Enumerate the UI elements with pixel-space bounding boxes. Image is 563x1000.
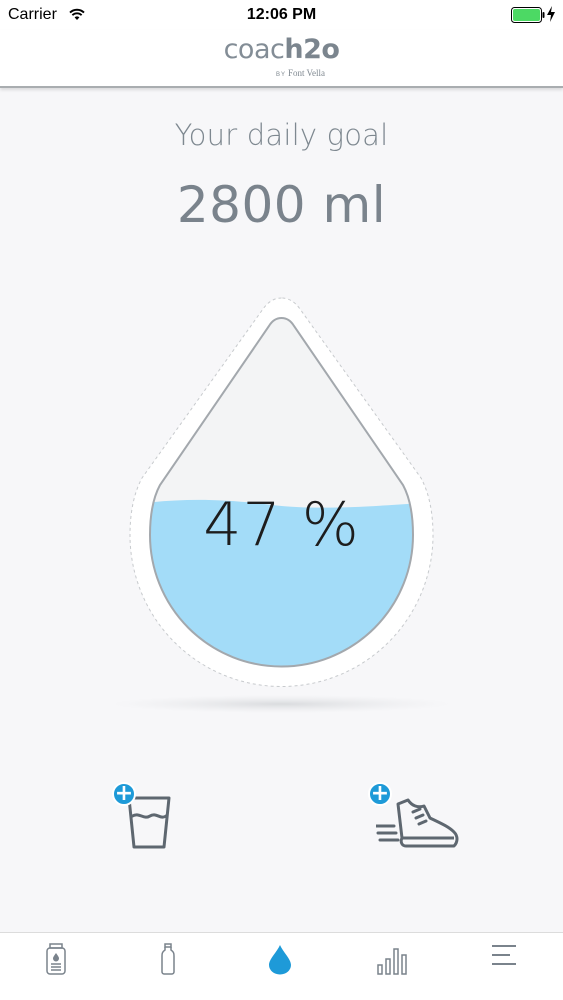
status-bar: Carrier 12:06 PM [0, 0, 563, 30]
logo-bold-text: h2o [284, 34, 340, 65]
water-progress-drop[interactable]: 47 % [110, 290, 453, 720]
charging-icon [547, 6, 555, 22]
menu-icon [492, 945, 516, 965]
add-activity-button[interactable]: + [368, 782, 460, 852]
add-activity-plus-icon: + [368, 782, 392, 806]
bottle-label-icon [46, 943, 66, 975]
logo-light-text: coac [223, 34, 285, 65]
tab-bar [0, 932, 563, 1000]
tab-menu[interactable] [448, 933, 560, 1000]
bottle-icon [161, 943, 175, 975]
bar-chart-icon [377, 948, 407, 975]
app-logo: coach2o [0, 34, 563, 65]
daily-goal-value: 2800 ml [176, 176, 387, 234]
add-water-button[interactable]: + [112, 782, 176, 852]
water-drop-icon [269, 945, 291, 975]
drop-shadow [111, 695, 452, 713]
logo-subtitle: BY Font Vella [0, 68, 563, 78]
tab-statistics[interactable] [336, 933, 448, 1000]
app-header: coach2o BY Font Vella [0, 30, 563, 88]
status-time: 12:06 PM [246, 6, 317, 23]
tab-hydration[interactable] [224, 933, 336, 1000]
daily-goal-label: Your daily goal [174, 118, 389, 152]
logo-by: BY [275, 72, 286, 78]
progress-percent: 47 % [203, 490, 360, 560]
logo-brand: Font Vella [287, 68, 326, 78]
tab-bottle[interactable] [112, 933, 224, 1000]
battery-icon [511, 7, 545, 23]
add-water-plus-icon: + [112, 782, 136, 806]
tab-history[interactable] [0, 933, 112, 1000]
